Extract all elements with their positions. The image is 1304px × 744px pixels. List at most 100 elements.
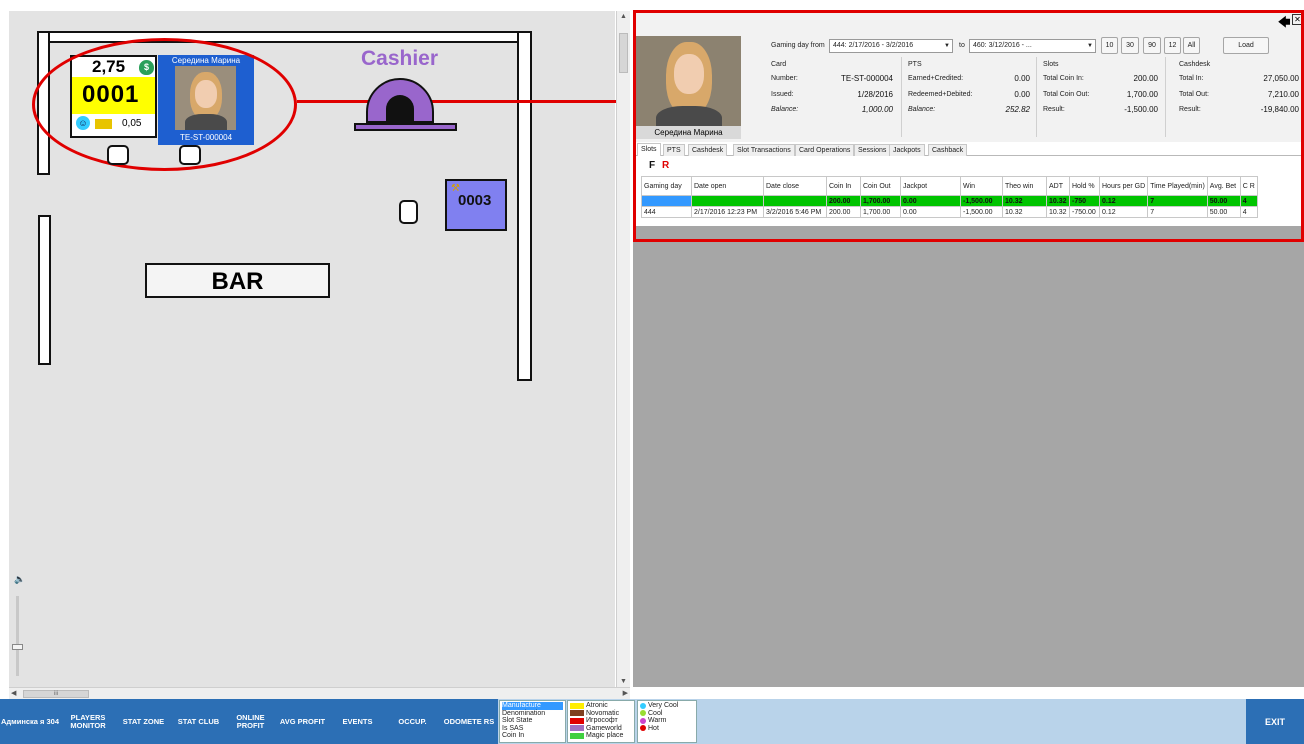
- grid-header-cell[interactable]: Win: [960, 176, 1003, 196]
- nav-occup-button[interactable]: OCCUP.: [385, 699, 440, 744]
- slots-coin-out-value: 1,700.00: [1126, 90, 1158, 99]
- gaming-day-from-select[interactable]: 444: 2/17/2016 - 3/2/2016 ▼: [829, 39, 953, 53]
- grid-header-cell[interactable]: ADT: [1046, 176, 1070, 196]
- card-balance-value: 1,000.00: [861, 105, 893, 114]
- tab-cashback[interactable]: Cashback: [928, 144, 968, 156]
- load-button[interactable]: Load: [1223, 37, 1269, 54]
- cashier-desk[interactable]: [354, 78, 457, 131]
- nav-stat-club-button[interactable]: STAT CLUB: [171, 699, 226, 744]
- card-number-value: TE-ST-000004: [840, 74, 893, 83]
- grid-header-cell[interactable]: Theo win: [1002, 176, 1047, 196]
- slot-machine-0003[interactable]: ⚒ 0003: [445, 179, 507, 231]
- scrollbar-thumb[interactable]: iii: [23, 690, 89, 698]
- mode-coin-in[interactable]: Coin In: [502, 732, 563, 740]
- legend-label: Cool: [648, 709, 663, 717]
- table-row[interactable]: 444 2/17/2016 12:23 PM 3/2/2016 5:46 PM 200…: [641, 206, 1258, 218]
- legend-item: Игрософт: [570, 717, 632, 725]
- mode-denomination[interactable]: Denomination: [502, 710, 563, 718]
- close-icon[interactable]: ✕: [1292, 14, 1303, 25]
- grid-header-cell[interactable]: Coin Out: [860, 176, 901, 196]
- color-swatch: [570, 717, 584, 724]
- filter-f-button[interactable]: F: [649, 160, 655, 171]
- card-issued-value: 1/28/2016: [857, 90, 893, 99]
- to-label: to: [959, 42, 965, 49]
- grid-header-cell[interactable]: Time Played(min): [1147, 176, 1208, 196]
- machine-number: 0003: [458, 192, 492, 209]
- slots-result-value: -1,500.00: [1124, 105, 1158, 114]
- slots-grid-area: F R Gaming day Date open Date close Coin In…: [633, 156, 1304, 226]
- cashier-label: Cashier: [361, 47, 439, 70]
- wall-left-lower: [38, 215, 51, 365]
- range-90-button[interactable]: 90: [1143, 37, 1161, 54]
- nav-stat-zone-button[interactable]: STAT ZONE: [116, 699, 171, 744]
- grid-cell: 200.00: [826, 206, 861, 218]
- volume-slider-thumb[interactable]: [12, 644, 23, 650]
- nav-avg-profit-button[interactable]: AVG PROFIT: [275, 699, 330, 744]
- grid-total-cell: 1,700.00: [860, 195, 901, 207]
- pts-redeemed-label: Redeemed+Debited:: [908, 91, 973, 98]
- nav-events-button[interactable]: EVENTS: [330, 699, 385, 744]
- view-mode-list[interactable]: Manufacture Denomination Slot State Is S…: [499, 700, 566, 743]
- range-12-button[interactable]: 12: [1164, 37, 1181, 54]
- color-swatch: [570, 725, 584, 732]
- tab-card-operations[interactable]: Card Operations: [795, 144, 855, 156]
- stool-3: [399, 200, 418, 224]
- grid-cell: 10.32: [1002, 206, 1047, 218]
- mode-is-sas[interactable]: Is SAS: [502, 725, 563, 733]
- grid-header-cell[interactable]: Date open: [691, 176, 764, 196]
- grid-header-cell[interactable]: Hours per GD: [1098, 176, 1149, 196]
- grid-header-cell[interactable]: Date close: [763, 176, 827, 196]
- legend-item: Hot: [640, 725, 694, 733]
- floor-vertical-scrollbar[interactable]: ▲ ▼: [616, 11, 630, 687]
- legend-item: Cool: [640, 710, 694, 718]
- stool-2: [179, 145, 201, 165]
- tab-pts[interactable]: PTS: [663, 144, 685, 156]
- range-10-button[interactable]: 10: [1101, 37, 1118, 54]
- grid-header-cell[interactable]: Hold %: [1069, 176, 1100, 196]
- volume-slider[interactable]: [12, 596, 23, 676]
- grid-cell: 3/2/2016 5:46 PM: [763, 206, 827, 218]
- exit-button[interactable]: EXIT: [1246, 699, 1304, 744]
- mode-slot-state[interactable]: Slot State: [502, 717, 563, 725]
- mode-manufacture[interactable]: Manufacture: [502, 702, 563, 710]
- nav-odometers-button[interactable]: ODOMETE RS: [440, 699, 498, 744]
- range-30-button[interactable]: 30: [1121, 37, 1139, 54]
- tab-jackpots[interactable]: Jackpots: [889, 144, 925, 156]
- slots-title: Slots: [1043, 61, 1059, 68]
- cashdesk-result-value: -19,840.00: [1260, 105, 1299, 114]
- legend-label: Gameworld: [586, 724, 622, 732]
- grid-cell: -750.00: [1069, 206, 1100, 218]
- card-balance-label: Balance:: [771, 106, 799, 113]
- tab-cashdesk[interactable]: Cashdesk: [688, 144, 728, 156]
- slots-grid: Gaming day Date open Date close Coin In Coin…: [641, 176, 1258, 218]
- floor-horizontal-scrollbar[interactable]: ◀ iii ▶: [9, 687, 630, 699]
- nav-admin-button[interactable]: Админска я 304: [0, 699, 60, 744]
- nav-players-monitor-button[interactable]: PLAYERS MONITOR: [60, 699, 116, 744]
- cashdesk-out-value: 7,210.00: [1267, 90, 1299, 99]
- gaming-day-to-select[interactable]: 460: 3/12/2016 - ... ▼: [969, 39, 1096, 53]
- legend-label: Warm: [648, 717, 667, 724]
- grid-header-cell[interactable]: Coin In: [826, 176, 861, 196]
- tab-sessions[interactable]: Sessions: [854, 144, 891, 156]
- grid-header-cell[interactable]: Jackpot: [900, 176, 961, 196]
- legend-label: Very Cool: [648, 702, 679, 709]
- grid-total-cell: [641, 195, 692, 207]
- tab-slots[interactable]: Slots: [637, 143, 661, 156]
- scrollbar-thumb[interactable]: [619, 33, 628, 73]
- grid-cell: 1,700.00: [860, 206, 901, 218]
- color-swatch: [570, 702, 584, 709]
- grid-header-cell[interactable]: Avg. Bet: [1206, 176, 1241, 196]
- range-all-button[interactable]: All: [1183, 37, 1200, 54]
- filter-r-button[interactable]: R: [662, 160, 669, 171]
- color-swatch: [570, 732, 584, 739]
- nav-online-profit-button[interactable]: ONLINE PROFIT: [226, 699, 275, 744]
- grid-header-cell[interactable]: Gaming day: [641, 176, 692, 196]
- grid-cell: 444: [641, 206, 692, 218]
- tab-slot-transactions[interactable]: Slot Transactions: [733, 144, 795, 156]
- grid-header-cell[interactable]: C R: [1239, 176, 1258, 196]
- pts-balance-value: 252.82: [1005, 105, 1030, 114]
- speaker-icon[interactable]: 🔈: [14, 574, 25, 585]
- grid-total-cell: 4: [1239, 195, 1258, 207]
- back-arrow-icon[interactable]: 🡄: [1278, 13, 1290, 34]
- highlight-ellipse: [32, 38, 297, 171]
